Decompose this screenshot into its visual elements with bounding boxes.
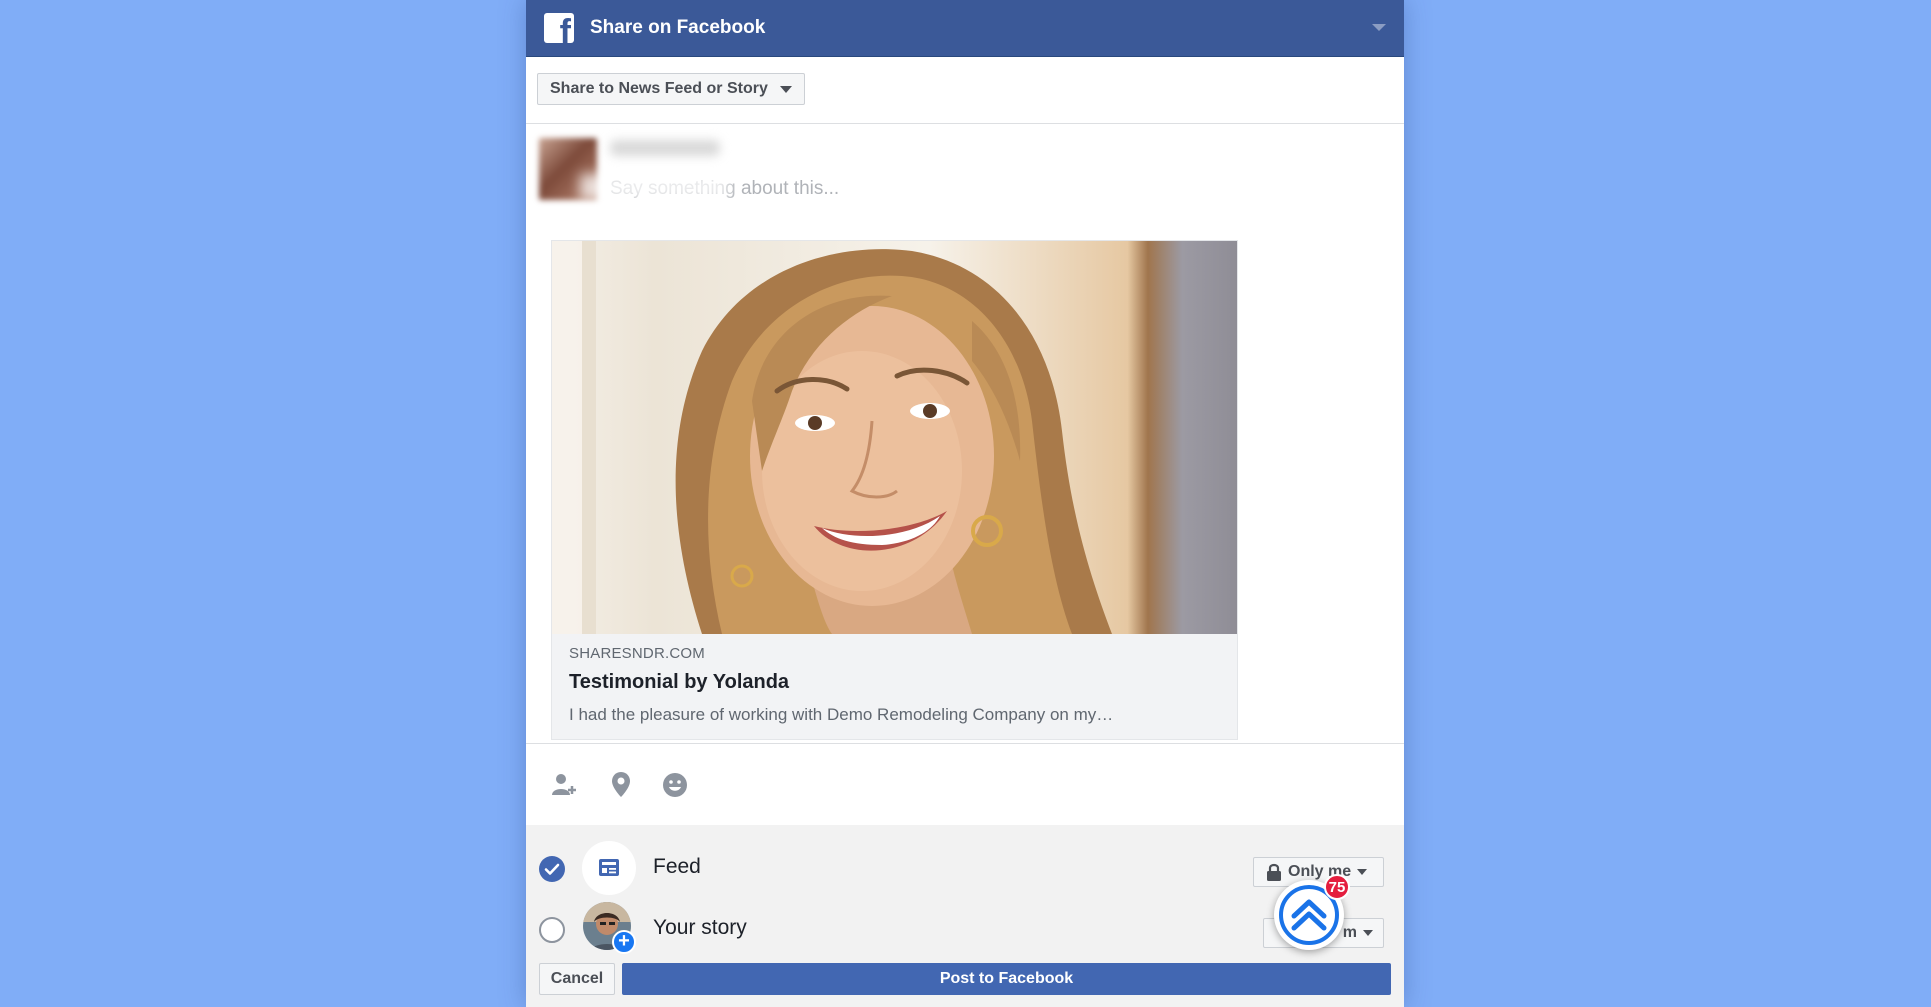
tag-friends-icon[interactable] (552, 772, 580, 798)
composer: Say something about this... (526, 124, 1404, 242)
story-option[interactable]: + Your story m (526, 901, 1404, 957)
notification-badge: 75 (1324, 874, 1350, 900)
dialog-footer: Cancel Post to Facebook (526, 963, 1404, 997)
composer-input[interactable]: Say something about this... (610, 178, 839, 200)
chevron-down-icon (1357, 869, 1368, 875)
dialog-title: Share on Facebook (590, 17, 766, 38)
share-dialog: f Share on Facebook Share to News Feed o… (526, 0, 1404, 1007)
chevron-down-icon (780, 85, 792, 93)
link-title: Testimonial by Yolanda (569, 671, 790, 693)
lock-icon (1267, 863, 1281, 881)
story-checkbox[interactable] (539, 917, 565, 943)
checkmark-icon (544, 863, 560, 875)
feed-label: Feed (653, 855, 701, 878)
story-label: Your story (653, 916, 747, 939)
share-target-bar: Share to News Feed or Story (526, 57, 1404, 124)
composer-actions (526, 743, 1404, 826)
cancel-button[interactable]: Cancel (539, 963, 615, 995)
story-privacy-label: m (1342, 924, 1357, 941)
link-preview-image (552, 241, 1237, 634)
post-to-facebook-button[interactable]: Post to Facebook (622, 963, 1391, 995)
scroll-to-top-widget[interactable]: 75 (1274, 874, 1350, 950)
user-name (610, 140, 720, 156)
header-menu-caret-icon[interactable] (1372, 24, 1386, 31)
share-target-label: Share to News Feed or Story (550, 80, 768, 97)
feed-checkbox[interactable] (539, 856, 565, 882)
feeling-emoji-icon[interactable] (662, 772, 688, 798)
facebook-logo-icon: f (544, 13, 574, 43)
feed-icon-wrap (582, 841, 636, 895)
dialog-header: f Share on Facebook (526, 0, 1404, 57)
link-preview-meta: SHARESNDR.COM Testimonial by Yolanda I h… (552, 634, 1237, 739)
news-feed-icon (599, 859, 619, 876)
link-preview-card[interactable]: SHARESNDR.COM Testimonial by Yolanda I h… (551, 240, 1238, 740)
link-domain: SHARESNDR.COM (569, 645, 705, 662)
link-description: I had the pleasure of working with Demo … (569, 705, 1114, 724)
add-story-icon: + (612, 930, 636, 954)
share-target-dropdown[interactable]: Share to News Feed or Story (537, 73, 805, 105)
location-pin-icon[interactable] (611, 772, 631, 798)
story-avatar: + (582, 902, 636, 956)
share-destinations: Feed Only me + Your story m Cancel Post … (526, 825, 1404, 1007)
feed-option[interactable]: Feed Only me (526, 841, 1404, 897)
chevron-down-icon (1363, 930, 1373, 936)
